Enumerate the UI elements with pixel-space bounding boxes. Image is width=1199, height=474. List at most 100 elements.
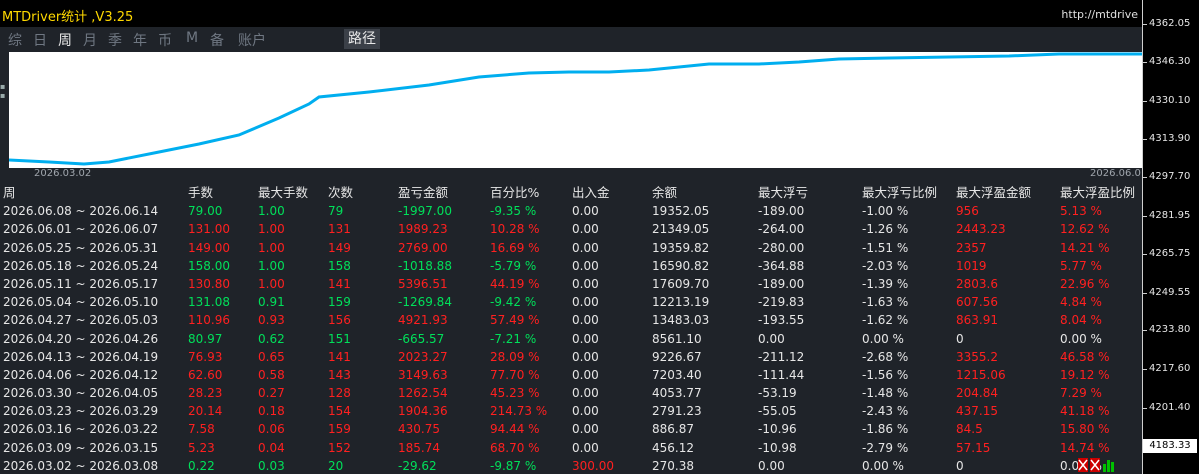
table-row[interactable]: 2026.04.20 ~ 2026.04.26 80.97 0.62 151 -665.… [0, 330, 1142, 348]
column-header-max_float_loss[interactable]: 最大浮亏 [758, 184, 808, 202]
cell-count: 159 [328, 422, 351, 437]
tab-5[interactable]: 年 [133, 30, 147, 50]
cell-balance: 12213.19 [652, 295, 710, 310]
cell-lots: 76.93 [188, 349, 223, 364]
cell-balance: 13483.03 [652, 313, 710, 328]
column-header-pct[interactable]: 百分比% [490, 184, 539, 202]
cell-pnl: -1997.00 [398, 204, 452, 219]
price-label: 4346.30 [1149, 56, 1191, 67]
column-header-max_float_profit[interactable]: 最大浮盈金额 [956, 184, 1031, 202]
cell-max_lots: 0.18 [258, 404, 285, 419]
cell-max_float_loss_pct: 0.00 % [862, 331, 904, 346]
price-label: 4201.40 [1149, 402, 1191, 413]
table-row[interactable]: 2026.04.13 ~ 2026.04.19 76.93 0.65 141 2023.… [0, 348, 1142, 366]
cell-max_float_loss: -219.83 [758, 295, 805, 310]
cell-week: 2026.06.08 ~ 2026.06.14 [3, 204, 159, 219]
cell-flow: 0.00 [572, 404, 599, 419]
table-row[interactable]: 2026.05.04 ~ 2026.05.10 131.08 0.91 159 -126… [0, 293, 1142, 311]
cell-max_float_loss: -10.96 [758, 422, 797, 437]
tab-7[interactable]: M [186, 30, 198, 46]
cell-max_lots: 0.93 [258, 313, 285, 328]
cell-pnl: 2769.00 [398, 240, 448, 255]
column-header-flow[interactable]: 出入金 [572, 184, 610, 202]
chart-start-date: 2026.03.02 [34, 168, 92, 179]
cell-balance: 4053.77 [652, 386, 702, 401]
cell-max_float_loss: -211.12 [758, 349, 805, 364]
cell-max_float_loss_pct: -2.43 % [862, 404, 909, 419]
price-tick [1142, 24, 1147, 25]
cell-pnl: 5396.51 [398, 276, 448, 291]
report-panel: MTDriver统计 ,V3.25 http://mtdrive 综日周月季年币… [0, 0, 1142, 474]
cell-balance: 9226.67 [652, 349, 702, 364]
path-button[interactable]: 路径 [344, 29, 380, 49]
cell-pnl: 2023.27 [398, 349, 448, 364]
table-row[interactable]: 2026.05.18 ~ 2026.05.24 158.00 1.00 158 -101… [0, 257, 1142, 275]
column-header-balance[interactable]: 余额 [652, 184, 677, 202]
cell-count: 151 [328, 331, 351, 346]
cell-max_lots: 0.04 [258, 440, 285, 455]
cell-flow: 0.00 [572, 331, 599, 346]
cell-max_float_profit_pct: 12.62 % [1060, 222, 1110, 237]
table-row[interactable]: 2026.05.25 ~ 2026.05.31 149.00 1.00 149 2769… [0, 239, 1142, 257]
tab-4[interactable]: 季 [108, 30, 122, 50]
cell-max_float_loss: -189.00 [758, 204, 805, 219]
table-row[interactable]: 2026.04.27 ~ 2026.05.03 110.96 0.93 156 4921… [0, 311, 1142, 329]
cell-pct: 16.69 % [490, 240, 540, 255]
cell-max_lots: 0.58 [258, 367, 285, 382]
table-row[interactable]: 2026.03.09 ~ 2026.03.15 5.23 0.04 152 185.74… [0, 439, 1142, 457]
cell-flow: 0.00 [572, 313, 599, 328]
column-header-max_lots[interactable]: 最大手数 [258, 184, 308, 202]
cell-pnl: 4921.93 [398, 313, 448, 328]
tab-2[interactable]: 周 [58, 30, 72, 50]
column-header-count[interactable]: 次数 [328, 184, 353, 202]
cell-flow: 0.00 [572, 276, 599, 291]
cell-max_float_loss: -264.00 [758, 222, 805, 237]
url-link[interactable]: http://mtdrive [1061, 8, 1138, 21]
cell-lots: 28.23 [188, 386, 223, 401]
cell-max_float_loss_pct: 0.00 % [862, 458, 904, 473]
table-row[interactable]: 2026.03.23 ~ 2026.03.29 20.14 0.18 154 1904.… [0, 402, 1142, 420]
tab-0[interactable]: 综 [8, 30, 22, 50]
price-tick [1142, 62, 1147, 63]
cell-count: 154 [328, 404, 351, 419]
table-row[interactable]: 2026.06.01 ~ 2026.06.07 131.00 1.00 131 1989… [0, 220, 1142, 238]
tab-1[interactable]: 日 [33, 30, 47, 50]
table-row[interactable]: 2026.06.08 ~ 2026.06.14 79.00 1.00 79 -1997.… [0, 202, 1142, 220]
price-label: 4265.75 [1149, 248, 1191, 259]
table-row[interactable]: 2026.05.11 ~ 2026.05.17 130.80 1.00 141 5396… [0, 275, 1142, 293]
price-label: 4233.80 [1149, 324, 1191, 335]
cell-count: 156 [328, 313, 351, 328]
table-header: 周 手数 最大手数 次数 盈亏金额 百分比% 出入金 余额 最大浮亏 最大浮亏比例 最大浮盈金额 最大… [0, 184, 1142, 202]
tab-9[interactable]: 账户 [238, 30, 266, 50]
cell-pct: 44.19 % [490, 276, 540, 291]
cell-max_float_loss: 0.00 [758, 458, 785, 473]
cell-pnl: -1269.84 [398, 295, 452, 310]
cell-flow: 0.00 [572, 240, 599, 255]
cell-week: 2026.03.09 ~ 2026.03.15 [3, 440, 159, 455]
column-header-max_float_loss_pct[interactable]: 最大浮亏比例 [862, 184, 937, 202]
cell-max_float_loss: -55.05 [758, 404, 797, 419]
column-header-max_float_profit_pct[interactable]: 最大浮盈比例 [1060, 184, 1135, 202]
cell-max_float_profit_pct: 4.84 % [1060, 295, 1102, 310]
cell-max_float_profit: 2443.23 [956, 222, 1006, 237]
weekly-stats-table: 周 手数 最大手数 次数 盈亏金额 百分比% 出入金 余额 最大浮亏 最大浮亏比例 最大浮盈金额 最大… [0, 184, 1142, 474]
table-row[interactable]: 2026.03.16 ~ 2026.03.22 7.58 0.06 159 430.75… [0, 420, 1142, 438]
column-header-lots[interactable]: 手数 [188, 184, 213, 202]
cell-lots: 5.23 [188, 440, 215, 455]
table-row[interactable]: 2026.03.30 ~ 2026.04.05 28.23 0.27 128 1262.… [0, 384, 1142, 402]
cell-pnl: 1262.54 [398, 386, 448, 401]
cell-count: 158 [328, 258, 351, 273]
table-row[interactable]: 2026.04.06 ~ 2026.04.12 62.60 0.58 143 3149.… [0, 366, 1142, 384]
cell-max_lots: 1.00 [258, 258, 285, 273]
table-row[interactable]: 2026.03.02 ~ 2026.03.08 0.22 0.03 20 -29.62 -… [0, 457, 1142, 474]
tab-8[interactable]: 备 [210, 30, 224, 50]
column-header-week[interactable]: 周 [3, 184, 16, 202]
cell-max_float_loss_pct: -2.03 % [862, 258, 909, 273]
tab-3[interactable]: 月 [83, 30, 97, 50]
cell-flow: 0.00 [572, 349, 599, 364]
column-header-pnl[interactable]: 盈亏金额 [398, 184, 448, 202]
cell-pct: 45.23 % [490, 386, 540, 401]
cell-max_float_profit: 956 [956, 204, 979, 219]
price-label: 4217.60 [1149, 363, 1191, 374]
tab-6[interactable]: 币 [158, 30, 172, 50]
